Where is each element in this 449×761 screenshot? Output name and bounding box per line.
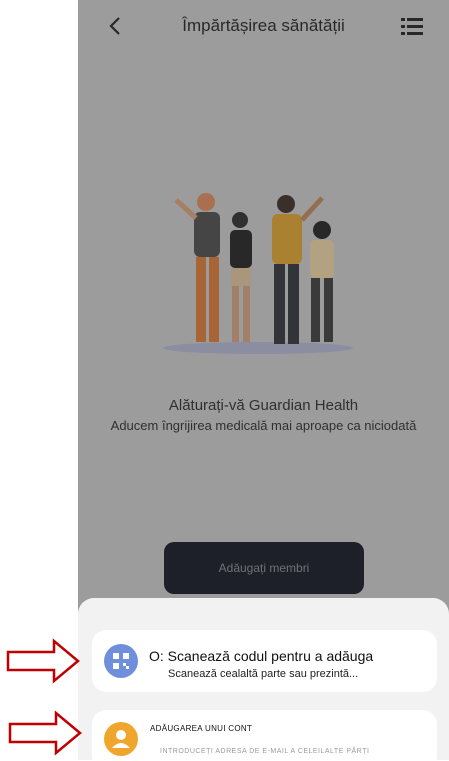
red-arrow-icon [8, 710, 82, 756]
bottom-sheet: O: Scanează codul pentru a adăuga Scanea… [78, 598, 449, 760]
red-arrow-icon [6, 638, 80, 684]
add-account-title: ADĂUGAREA UNUI CONT [150, 724, 253, 733]
add-account-option[interactable]: ADĂUGAREA UNUI CONT INTRODUCEȚI ADRESA D… [92, 710, 437, 760]
qr-code-icon [104, 644, 138, 678]
app-screen: Împărtășirea sănătății Alăturați-vă Guar… [78, 0, 449, 760]
user-avatar-icon [104, 722, 138, 756]
add-account-subtitle: INTRODUCEȚI ADRESA DE E-MAIL A CELEILALT… [160, 748, 370, 755]
scan-option-subtitle: Scanează cealaltă parte sau prezintă... [168, 668, 359, 680]
scan-option-title: O: Scanează codul pentru a adăuga [149, 648, 374, 664]
scan-code-option[interactable]: O: Scanează codul pentru a adăuga Scanea… [92, 630, 437, 692]
